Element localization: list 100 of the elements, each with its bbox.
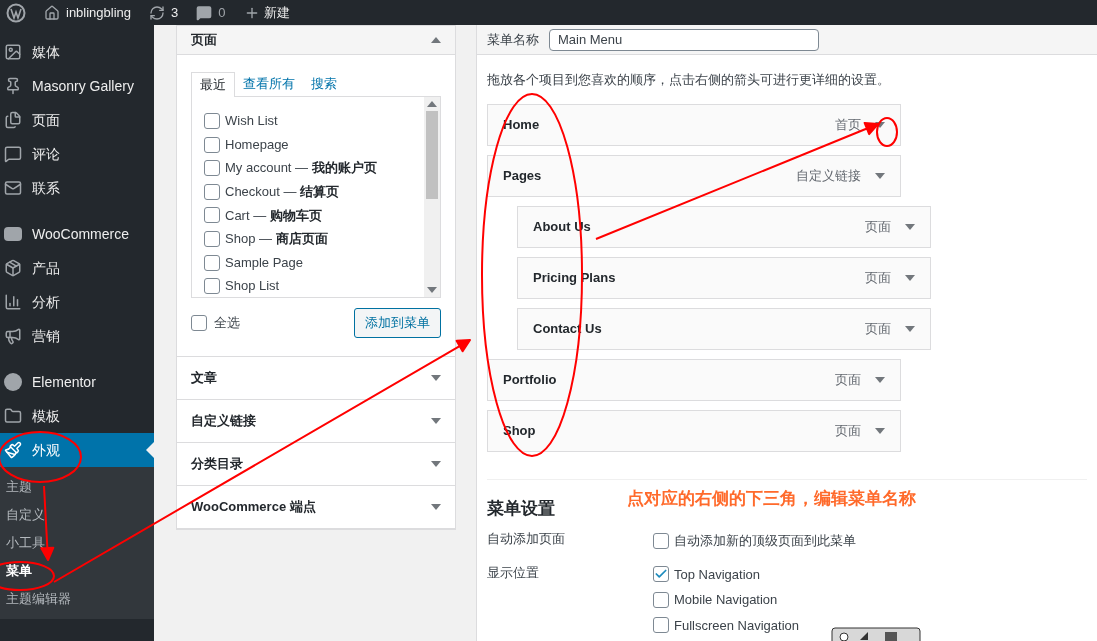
checkbox[interactable] [204,207,220,224]
menu-item-bar[interactable]: Pages 自定义链接 [487,154,901,197]
submenu-item[interactable]: 主题编辑器 [0,585,154,613]
page-option: Shop List [225,276,280,296]
home-icon [44,4,60,21]
menu-item-type: 页面 [865,268,891,287]
caret-up-icon[interactable] [427,101,437,107]
mail-icon [4,179,22,197]
menu-name-label: 菜单名称 [487,30,539,49]
checkbox[interactable] [653,566,669,583]
menu-item-bar[interactable]: Portfolio 页面 [487,358,901,401]
menu-item-type: 首页 [835,115,861,134]
sidebar-item[interactable]: 评论 [0,137,154,171]
comment-icon [4,145,22,163]
sidebar-item[interactable]: 产品 [0,251,154,285]
menu-item-title: Portfolio [503,370,558,389]
tab[interactable]: 搜索 [303,71,345,96]
select-all-label: 全选 [214,314,240,333]
caret-down-icon[interactable] [431,375,441,381]
menu-name-field[interactable]: Main Menu [549,28,819,51]
setting-label: 自动添加页面 [487,530,566,548]
caret-down-icon[interactable] [875,427,885,434]
sidebar-item[interactable]: 外观 [0,433,154,467]
caret-down-icon[interactable] [905,325,915,332]
setting-label: 显示位置 [487,563,540,582]
accordion-header[interactable]: 页面 [177,26,455,55]
page-option: My account — 我的账户页 [225,158,377,178]
accordion-header[interactable]: WooCommerce 端点 [177,486,455,528]
caret-down-icon[interactable] [431,504,441,510]
checkbox[interactable] [653,617,669,634]
tab[interactable]: 最近 [191,72,235,97]
menu-item-title: Home [503,115,541,134]
submenu-item[interactable]: 小工具 [0,529,154,557]
submenu-item[interactable]: 自定义 [0,501,154,529]
page-option: Cart — 购物车页 [225,205,322,226]
checkbox[interactable] [204,278,220,295]
brush-icon [4,441,22,459]
box-icon [4,259,22,277]
sidebar-item[interactable]: Masonry Gallery [0,69,154,103]
accordion-header[interactable]: 自定义链接 [177,400,455,442]
checkbox[interactable] [204,254,220,271]
add-to-menu-button[interactable]: 添加到菜单 [354,308,441,338]
checkbox[interactable] [204,230,220,247]
sidebar-item[interactable]: 页面 [0,103,154,137]
setting-option: Mobile Navigation [674,590,778,610]
tab[interactable]: 查看所有 [235,71,303,96]
accordion-header[interactable]: 文章 [177,357,455,399]
site-link[interactable]: inblingbling [66,2,132,23]
caret-down-icon[interactable] [431,461,441,467]
setting-option: 自动添加新的顶级页面到此菜单 [674,531,856,551]
caret-down-icon[interactable] [875,376,885,383]
instructions-text: 拖放各个项目到您喜欢的顺序，点击右侧的箭头可进行更详细的设置。 [487,71,891,89]
caret-down-icon[interactable] [875,172,885,179]
pointer-icon [146,442,154,458]
menu-item-type: 页面 [835,421,861,440]
folder-icon [4,407,22,425]
caret-down-icon[interactable] [905,223,915,230]
refresh-icon [149,4,166,21]
caret-down-icon[interactable] [427,287,437,293]
page-option: Checkout — 结算页 [225,182,340,202]
caret-down-icon[interactable] [905,274,915,281]
page-option: Sample Page [225,252,304,273]
caret-up-icon[interactable] [431,37,441,43]
submenu-item[interactable]: 菜单 [0,557,154,585]
annotation-ellipse [876,117,898,147]
checkbox[interactable] [653,532,669,549]
page-option: Wish List [225,111,278,131]
checkbox[interactable] [191,315,207,331]
settings-heading: 菜单设置 [487,497,555,520]
sidebar-item[interactable]: 媒体 [0,35,154,69]
checkbox[interactable] [204,160,220,177]
menu-item-bar[interactable]: Home 首页 [487,103,901,146]
sidebar-item[interactable]: 分析 [0,285,154,319]
menu-item-type: 页面 [865,217,891,236]
caret-down-icon[interactable] [431,418,441,424]
annotation-text: 点对应的右侧的下三角，编辑菜单名称 [627,487,916,510]
sidebar-item[interactable]: 模板 [0,399,154,433]
checkbox[interactable] [653,591,669,608]
checkbox[interactable] [204,183,220,200]
new-link[interactable]: 新建 [263,2,290,23]
sidebar-item[interactable]: 联系 [0,171,154,205]
logo-icon[interactable] [6,2,26,23]
menu-item-type: 自定义链接 [796,166,861,185]
sidebar-item[interactable]: Elementor [0,365,154,399]
chart-icon [4,293,22,311]
checkbox[interactable] [204,113,220,129]
page-option: Homepage [225,134,289,155]
comment-icon [196,4,213,21]
accordion-header[interactable]: 分类目录 [177,443,455,485]
page-option: Shop — 商店页面 [225,229,328,249]
scrollbar[interactable] [424,97,440,297]
megaphone-icon [4,327,22,345]
woo-icon [4,227,22,241]
pin-icon [4,77,22,95]
submenu-item[interactable]: 主题 [0,473,154,501]
sidebar-item[interactable]: WooCommerce [0,217,154,251]
updates-count[interactable]: 3 [171,2,179,23]
comments-count[interactable]: 0 [218,2,226,23]
sidebar-item[interactable]: 营销 [0,319,154,353]
checkbox[interactable] [204,136,220,153]
